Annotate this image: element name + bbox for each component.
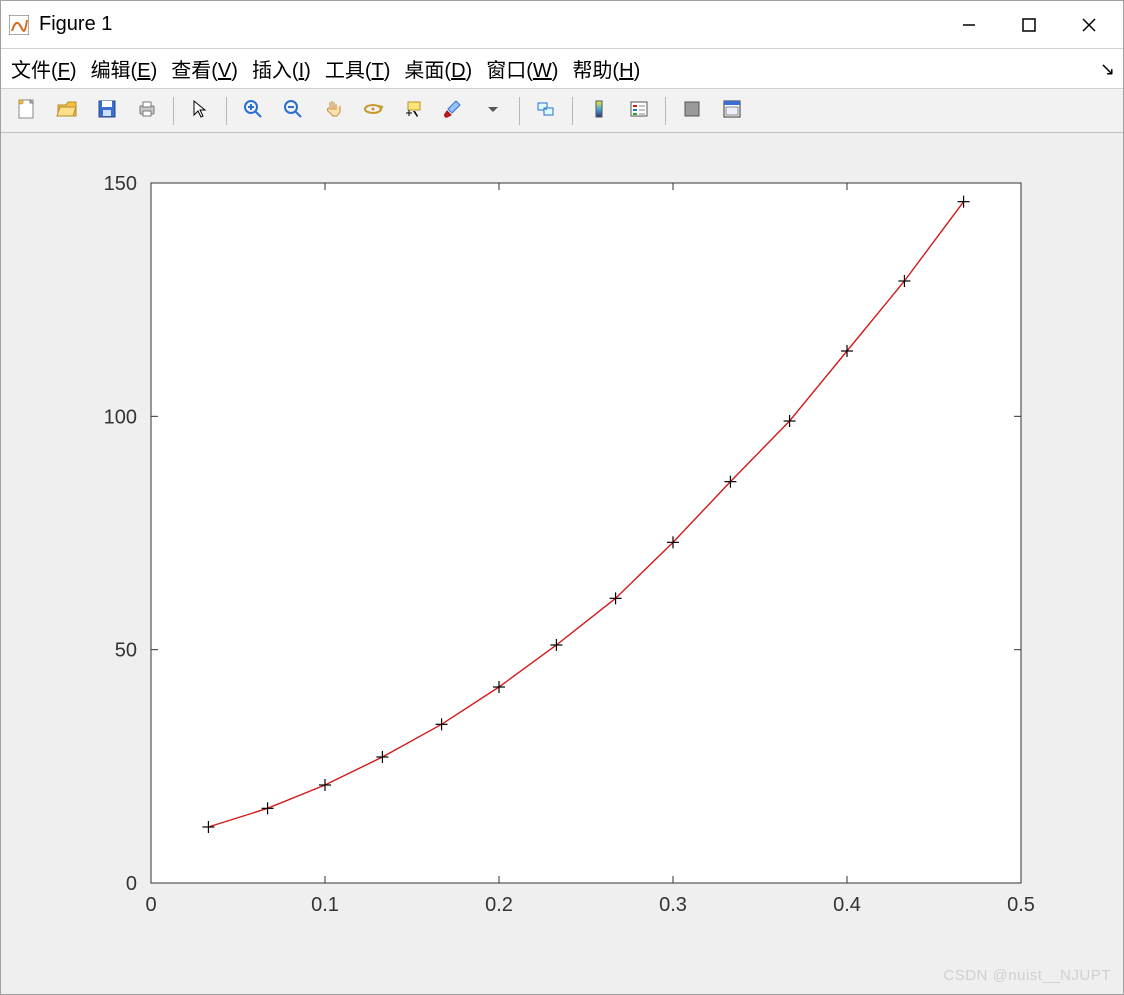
dock-arrow-icon[interactable]: ↘ xyxy=(1100,59,1115,80)
save-button[interactable] xyxy=(89,94,125,128)
maximize-button[interactable] xyxy=(999,2,1059,48)
toolbar-separator xyxy=(173,97,174,125)
toolbar-separator xyxy=(519,97,520,125)
legend-icon xyxy=(628,98,650,123)
close-button[interactable] xyxy=(1059,2,1119,48)
y-tick-label: 100 xyxy=(104,406,137,428)
toolbar-separator xyxy=(226,97,227,125)
menu-item-w[interactable]: 窗口(W) xyxy=(486,54,558,83)
dropdown-button[interactable] xyxy=(475,94,511,128)
new-figure-icon xyxy=(16,98,38,123)
open-button[interactable] xyxy=(49,94,85,128)
menu-item-h[interactable]: 帮助(H) xyxy=(572,54,640,83)
link-axes-button[interactable] xyxy=(528,94,564,128)
plot-canvas[interactable]: 00.10.20.30.40.5050100150 CSDN @nuist__N… xyxy=(1,133,1123,994)
link-axes-icon xyxy=(535,98,557,123)
minimize-button[interactable] xyxy=(939,2,999,48)
zoom-out-button[interactable] xyxy=(275,94,311,128)
dropdown-icon xyxy=(482,98,504,123)
data-cursor-icon xyxy=(402,98,424,123)
menubar: 文件(F) 编辑(E) 查看(V) 插入(I) 工具(T) 桌面(D) 窗口(W) 帮助(H)… xyxy=(1,49,1123,89)
axes-box[interactable] xyxy=(151,183,1021,883)
brush-button[interactable] xyxy=(435,94,471,128)
data-cursor-button[interactable] xyxy=(395,94,431,128)
figure-window: Figure 1 文件(F) 编辑(E) 查看(V) 插入(I) 工具(T) 桌面(D) 窗… xyxy=(0,0,1124,995)
show-tools-button[interactable] xyxy=(714,94,750,128)
menu-item-d[interactable]: 桌面(D) xyxy=(404,54,472,83)
save-icon xyxy=(96,98,118,123)
x-tick-label: 0.1 xyxy=(311,894,339,916)
print-icon xyxy=(136,98,158,123)
hide-tools-icon xyxy=(681,98,703,123)
x-tick-label: 0.3 xyxy=(659,894,687,916)
zoom-out-icon xyxy=(282,98,304,123)
toolbar xyxy=(1,89,1123,133)
legend-button[interactable] xyxy=(621,94,657,128)
menu-item-v[interactable]: 查看(V) xyxy=(171,54,238,83)
matlab-figure-icon xyxy=(9,15,29,35)
colorbar-icon xyxy=(588,98,610,123)
pan-button[interactable] xyxy=(315,94,351,128)
new-figure-button[interactable] xyxy=(9,94,45,128)
menu-item-t[interactable]: 工具(T) xyxy=(325,54,391,83)
y-tick-label: 150 xyxy=(104,173,137,195)
arrow-pointer-icon xyxy=(189,98,211,123)
y-tick-label: 50 xyxy=(115,640,137,662)
x-tick-label: 0.2 xyxy=(485,894,513,916)
toolbar-separator xyxy=(572,97,573,125)
window-title: Figure 1 xyxy=(39,13,939,36)
y-tick-label: 0 xyxy=(126,873,137,895)
x-tick-label: 0 xyxy=(145,894,156,916)
menu-item-i[interactable]: 插入(I) xyxy=(252,54,311,83)
print-button[interactable] xyxy=(129,94,165,128)
titlebar: Figure 1 xyxy=(1,1,1123,49)
rotate-3d-button[interactable] xyxy=(355,94,391,128)
hide-tools-button[interactable] xyxy=(674,94,710,128)
zoom-in-icon xyxy=(242,98,264,123)
menu-item-f[interactable]: 文件(F) xyxy=(11,54,77,83)
menu-item-e[interactable]: 编辑(E) xyxy=(91,54,158,83)
x-tick-label: 0.4 xyxy=(833,894,861,916)
chart-svg[interactable]: 0 0.1 0.2 0.3 0.4 0.5 0 50 100 150 xyxy=(1,133,1123,994)
zoom-in-button[interactable] xyxy=(235,94,271,128)
show-tools-icon xyxy=(721,98,743,123)
brush-icon xyxy=(442,98,464,123)
toolbar-separator xyxy=(665,97,666,125)
pan-icon xyxy=(322,98,344,123)
x-tick-label: 0.5 xyxy=(1007,894,1035,916)
open-icon xyxy=(56,98,78,123)
arrow-pointer-button[interactable] xyxy=(182,94,218,128)
colorbar-button[interactable] xyxy=(581,94,617,128)
rotate-3d-icon xyxy=(362,98,384,123)
